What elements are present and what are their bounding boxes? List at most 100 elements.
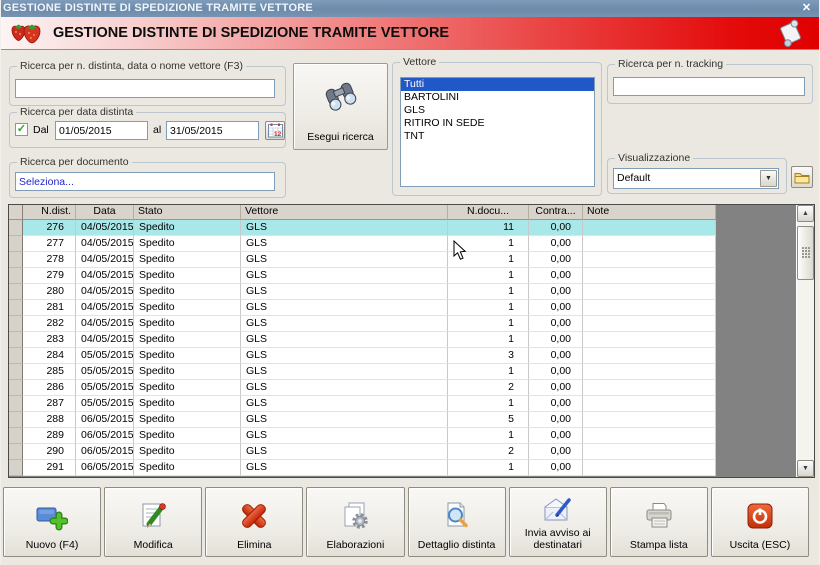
table-cell[interactable]: Spedito [134,364,241,380]
table-cell[interactable]: 04/05/2015 [76,236,134,252]
table-cell[interactable]: 1 [448,316,529,332]
tracking-input[interactable] [613,77,805,96]
table-row[interactable]: 291 06/05/2015 Spedito GLS 1 0,00 [9,460,716,476]
list-item[interactable]: BARTOLINI [401,91,594,104]
table-cell[interactable]: Spedito [134,268,241,284]
process-button[interactable]: Elaborazioni [306,487,405,557]
table-row[interactable]: 289 06/05/2015 Spedito GLS 1 0,00 [9,428,716,444]
table-cell[interactable]: 0,00 [529,236,583,252]
column-header[interactable]: Stato [134,205,241,220]
table-cell[interactable]: 1 [448,460,529,476]
table-cell[interactable]: 0,00 [529,460,583,476]
table-cell[interactable]: 0,00 [529,348,583,364]
exit-button[interactable]: Uscita (ESC) [710,487,809,557]
table-cell[interactable]: Spedito [134,428,241,444]
row-selector-cell[interactable] [9,460,23,476]
table-cell[interactable]: GLS [241,396,448,412]
table-cell[interactable]: 11 [448,220,529,236]
column-header[interactable]: Note [583,205,716,220]
table-cell[interactable]: GLS [241,364,448,380]
row-selector-cell[interactable] [9,284,23,300]
table-cell[interactable]: Spedito [134,252,241,268]
document-select-field[interactable] [15,172,275,191]
table-cell[interactable]: 2 [448,380,529,396]
table-row[interactable]: 277 04/05/2015 Spedito GLS 1 0,00 [9,236,716,252]
send-notice-button[interactable]: Invia avviso ai destinatari [508,487,607,557]
table-cell[interactable]: 04/05/2015 [76,220,134,236]
table-cell[interactable] [583,364,716,380]
table-cell[interactable]: 05/05/2015 [76,396,134,412]
edit-button[interactable]: Modifica [104,487,203,557]
table-row[interactable]: 290 06/05/2015 Spedito GLS 2 0,00 [9,444,716,460]
scrollbar-up-button[interactable]: ▲ [797,205,814,222]
table-cell[interactable]: GLS [241,428,448,444]
row-selector-cell[interactable] [9,364,23,380]
row-selector-cell[interactable] [9,268,23,284]
row-selector-cell[interactable] [9,444,23,460]
detail-button[interactable]: Dettaglio distinta [407,487,506,557]
table-cell[interactable]: 1 [448,428,529,444]
table-cell[interactable]: 1 [448,396,529,412]
table-cell[interactable] [583,332,716,348]
table-row[interactable]: 285 05/05/2015 Spedito GLS 1 0,00 [9,364,716,380]
table-cell[interactable]: 06/05/2015 [76,460,134,476]
view-dropdown[interactable]: Default ▼ [613,168,779,189]
table-cell[interactable]: GLS [241,252,448,268]
table-cell[interactable]: 04/05/2015 [76,284,134,300]
table-row[interactable]: 286 05/05/2015 Spedito GLS 2 0,00 [9,380,716,396]
table-cell[interactable]: Spedito [134,396,241,412]
date-from-field[interactable] [55,121,148,140]
table-row[interactable]: 283 04/05/2015 Spedito GLS 1 0,00 [9,332,716,348]
table-cell[interactable]: 0,00 [529,268,583,284]
table-cell[interactable]: 0,00 [529,220,583,236]
table-cell[interactable]: 06/05/2015 [76,428,134,444]
date-to-field[interactable] [166,121,259,140]
table-cell[interactable]: 0,00 [529,380,583,396]
table-cell[interactable]: GLS [241,316,448,332]
table-cell[interactable] [583,268,716,284]
table-cell[interactable] [583,412,716,428]
table-cell[interactable]: 276 [23,220,76,236]
table-cell[interactable]: 290 [23,444,76,460]
table-cell[interactable]: Spedito [134,220,241,236]
row-selector-cell[interactable] [9,236,23,252]
table-cell[interactable]: Spedito [134,412,241,428]
table-cell[interactable]: GLS [241,444,448,460]
run-search-button[interactable]: Esegui ricerca [293,63,388,150]
table-row[interactable]: 280 04/05/2015 Spedito GLS 1 0,00 [9,284,716,300]
row-selector-cell[interactable] [9,332,23,348]
dropdown-button[interactable]: ▼ [760,170,777,187]
table-cell[interactable]: 289 [23,428,76,444]
carrier-listbox[interactable]: Tutti BARTOLINI GLS RITIRO IN SEDE TNT [400,77,595,187]
table-row[interactable]: 281 04/05/2015 Spedito GLS 1 0,00 [9,300,716,316]
table-cell[interactable]: 5 [448,412,529,428]
row-selector-cell[interactable] [9,412,23,428]
new-button[interactable]: Nuovo (F4) [3,487,102,557]
list-item[interactable]: Tutti [401,78,594,91]
table-cell[interactable]: GLS [241,236,448,252]
table-cell[interactable]: GLS [241,460,448,476]
table-cell[interactable]: 04/05/2015 [76,252,134,268]
table-cell[interactable]: Spedito [134,332,241,348]
table-cell[interactable]: 1 [448,300,529,316]
row-selector-cell[interactable] [9,252,23,268]
table-cell[interactable]: 04/05/2015 [76,332,134,348]
table-cell[interactable] [583,460,716,476]
table-cell[interactable]: Spedito [134,236,241,252]
table-cell[interactable]: 278 [23,252,76,268]
table-cell[interactable]: GLS [241,284,448,300]
shipping-lists-table[interactable]: N.dist. Data Stato Vettore N.docu... Contra..… [8,204,815,478]
table-cell[interactable]: 0,00 [529,364,583,380]
table-cell[interactable]: 05/05/2015 [76,348,134,364]
table-cell[interactable] [583,252,716,268]
table-cell[interactable] [583,284,716,300]
table-cell[interactable]: 1 [448,236,529,252]
table-cell[interactable]: 2 [448,444,529,460]
table-row[interactable]: 278 04/05/2015 Spedito GLS 1 0,00 [9,252,716,268]
table-cell[interactable]: 3 [448,348,529,364]
row-selector-cell[interactable] [9,348,23,364]
table-cell[interactable]: 0,00 [529,396,583,412]
scrollbar-down-button[interactable]: ▼ [797,460,814,477]
table-row[interactable]: 287 05/05/2015 Spedito GLS 1 0,00 [9,396,716,412]
table-cell[interactable]: Spedito [134,348,241,364]
